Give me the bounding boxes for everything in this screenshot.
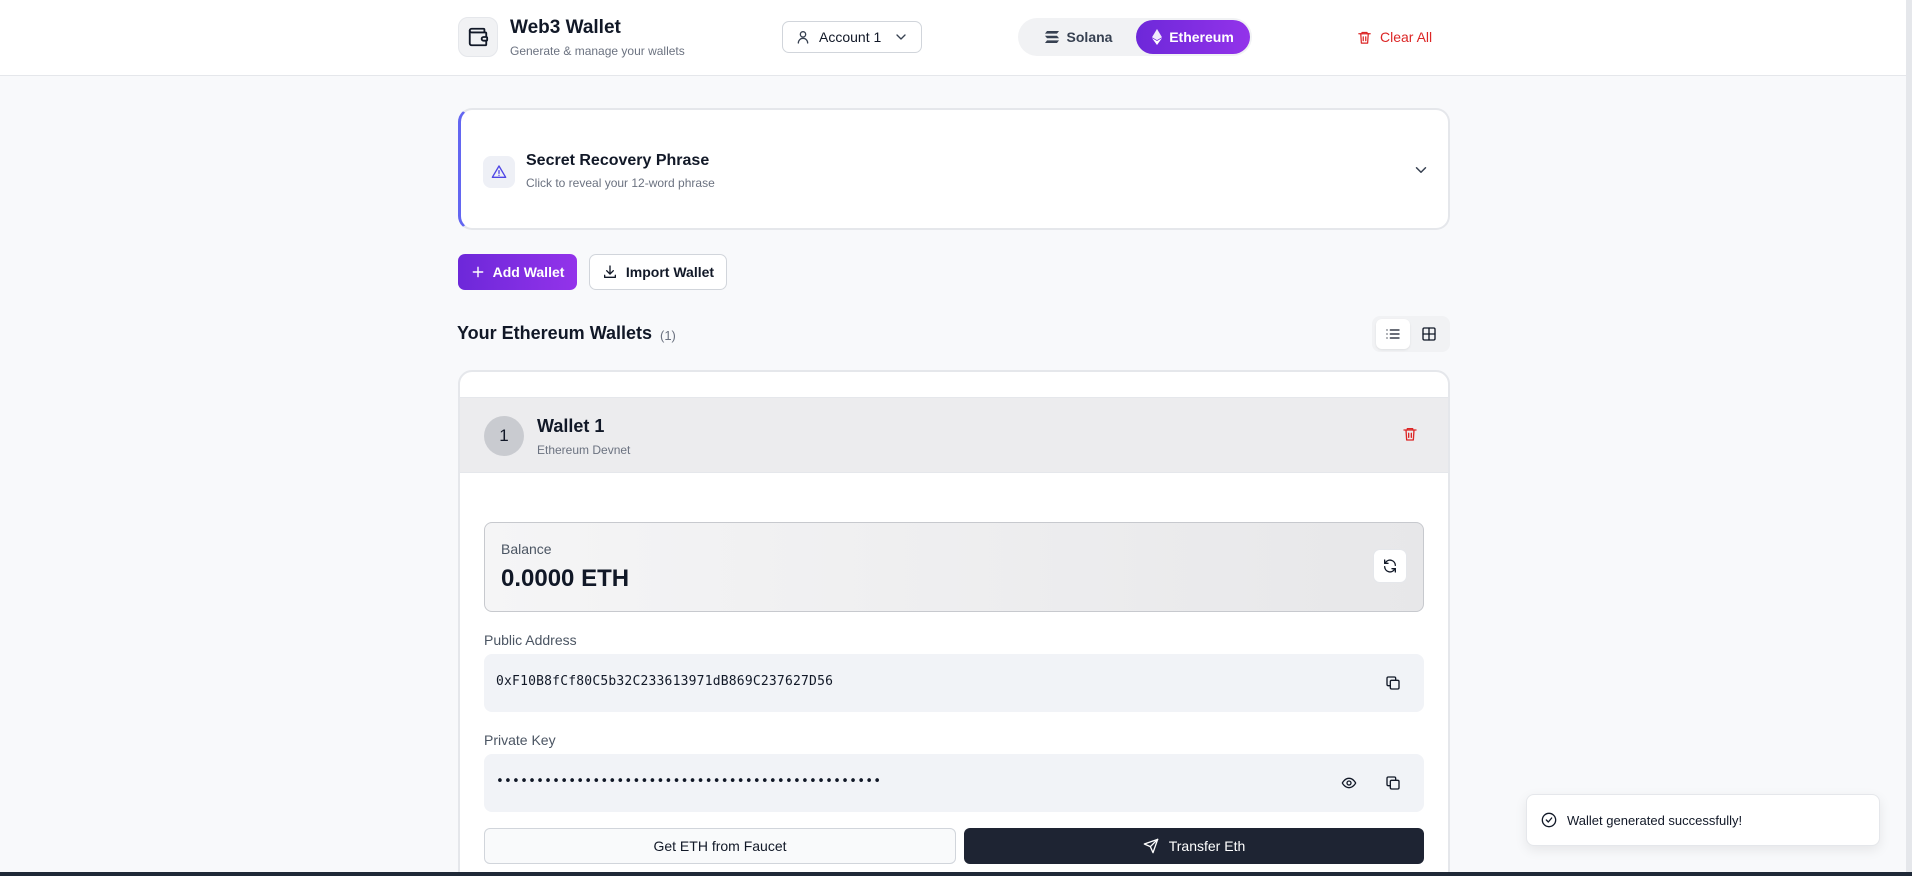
wallet-number-badge: 1 xyxy=(484,416,524,456)
wallets-section-title: Your Ethereum Wallets xyxy=(457,323,653,343)
solana-icon xyxy=(1044,31,1059,43)
success-toast: Wallet generated successfully! xyxy=(1526,794,1880,846)
view-mode-toggle xyxy=(1372,316,1450,352)
trash-icon xyxy=(1358,31,1371,44)
window-edge-bottom xyxy=(0,872,1912,876)
list-icon xyxy=(1386,329,1400,339)
plus-icon xyxy=(472,266,483,278)
wallet-network: Ethereum Devnet xyxy=(537,443,631,457)
add-wallet-button[interactable]: Add Wallet xyxy=(458,254,577,290)
public-address-value[interactable]: 0xF10B8fCf80C5b32C233613971dB869C237627D… xyxy=(496,674,833,689)
refresh-icon xyxy=(1384,559,1396,573)
chevron-down-icon xyxy=(896,34,906,40)
private-key-value[interactable]: ••••••••••••••••••••••••••••••••••••••••… xyxy=(496,774,881,789)
private-key-field: ••••••••••••••••••••••••••••••••••••••••… xyxy=(484,754,1424,812)
copy-private-key-button[interactable] xyxy=(1380,770,1406,796)
window-edge-right xyxy=(1906,0,1912,876)
ethereum-icon xyxy=(1152,29,1163,45)
download-icon xyxy=(603,265,616,278)
secret-phrase-card[interactable]: Secret Recovery Phrase Click to reveal y… xyxy=(458,108,1450,230)
import-wallet-button[interactable]: Import Wallet xyxy=(589,254,727,290)
app-subtitle: Generate & manage your wallets xyxy=(510,44,685,58)
transfer-button[interactable]: Transfer Eth xyxy=(964,828,1424,864)
wallet-card-header: 1 Wallet 1 Ethereum Devnet xyxy=(460,397,1448,473)
toast-message: Wallet generated successfully! xyxy=(1567,812,1743,828)
send-icon xyxy=(1143,838,1159,854)
chevron-down-icon[interactable] xyxy=(1412,161,1430,179)
account-label: Account 1 xyxy=(819,29,882,45)
network-ethereum-button[interactable]: Ethereum xyxy=(1136,20,1250,54)
balance-value: 0.0000 ETH xyxy=(501,565,630,592)
copy-icon xyxy=(1386,776,1400,790)
copy-address-button[interactable] xyxy=(1380,670,1406,696)
public-address-label: Public Address xyxy=(484,632,577,648)
copy-icon xyxy=(1386,676,1400,690)
refresh-balance-button[interactable] xyxy=(1373,549,1407,583)
secret-phrase-title: Secret Recovery Phrase xyxy=(526,152,710,169)
balance-panel: Balance 0.0000 ETH xyxy=(484,522,1424,612)
network-toggle: Solana Ethereum xyxy=(1018,18,1252,56)
grid-icon xyxy=(1422,327,1436,341)
account-selector[interactable]: Account 1 xyxy=(782,21,922,53)
list-view-button[interactable] xyxy=(1376,319,1410,349)
balance-label: Balance xyxy=(501,541,552,557)
wallet-name: Wallet 1 xyxy=(537,416,605,436)
reveal-private-key-button[interactable] xyxy=(1336,770,1362,796)
grid-view-button[interactable] xyxy=(1412,319,1446,349)
eye-icon xyxy=(1341,777,1357,789)
app-title: Web3 Wallet xyxy=(510,17,621,38)
user-icon xyxy=(797,31,809,44)
wallets-count: (1) xyxy=(660,328,676,343)
secret-phrase-subtitle: Click to reveal your 12-word phrase xyxy=(526,176,715,190)
warning-triangle-icon xyxy=(491,165,507,178)
check-circle-icon xyxy=(1541,812,1557,828)
network-solana-button[interactable]: Solana xyxy=(1020,20,1136,54)
warning-badge xyxy=(483,156,515,188)
network-solana-label: Solana xyxy=(1066,29,1113,45)
clear-all-button[interactable]: Clear All xyxy=(1357,25,1432,49)
delete-wallet-button[interactable] xyxy=(1402,426,1418,447)
wallet-card: 1 Wallet 1 Ethereum Devnet Balance 0.000… xyxy=(458,370,1450,876)
clear-all-label: Clear All xyxy=(1380,29,1433,45)
app-header: Web3 Wallet Generate & manage your walle… xyxy=(0,0,1906,76)
transfer-label: Transfer Eth xyxy=(1168,838,1246,854)
trash-icon xyxy=(1403,428,1417,441)
network-ethereum-label: Ethereum xyxy=(1169,29,1234,45)
add-wallet-label: Add Wallet xyxy=(492,264,565,280)
public-address-field: 0xF10B8fCf80C5b32C233613971dB869C237627D… xyxy=(484,654,1424,712)
wallet-logo xyxy=(458,17,498,57)
faucet-button[interactable]: Get ETH from Faucet xyxy=(484,828,956,864)
import-wallet-label: Import Wallet xyxy=(625,264,715,280)
private-key-label: Private Key xyxy=(484,732,556,748)
wallet-icon xyxy=(468,27,489,47)
